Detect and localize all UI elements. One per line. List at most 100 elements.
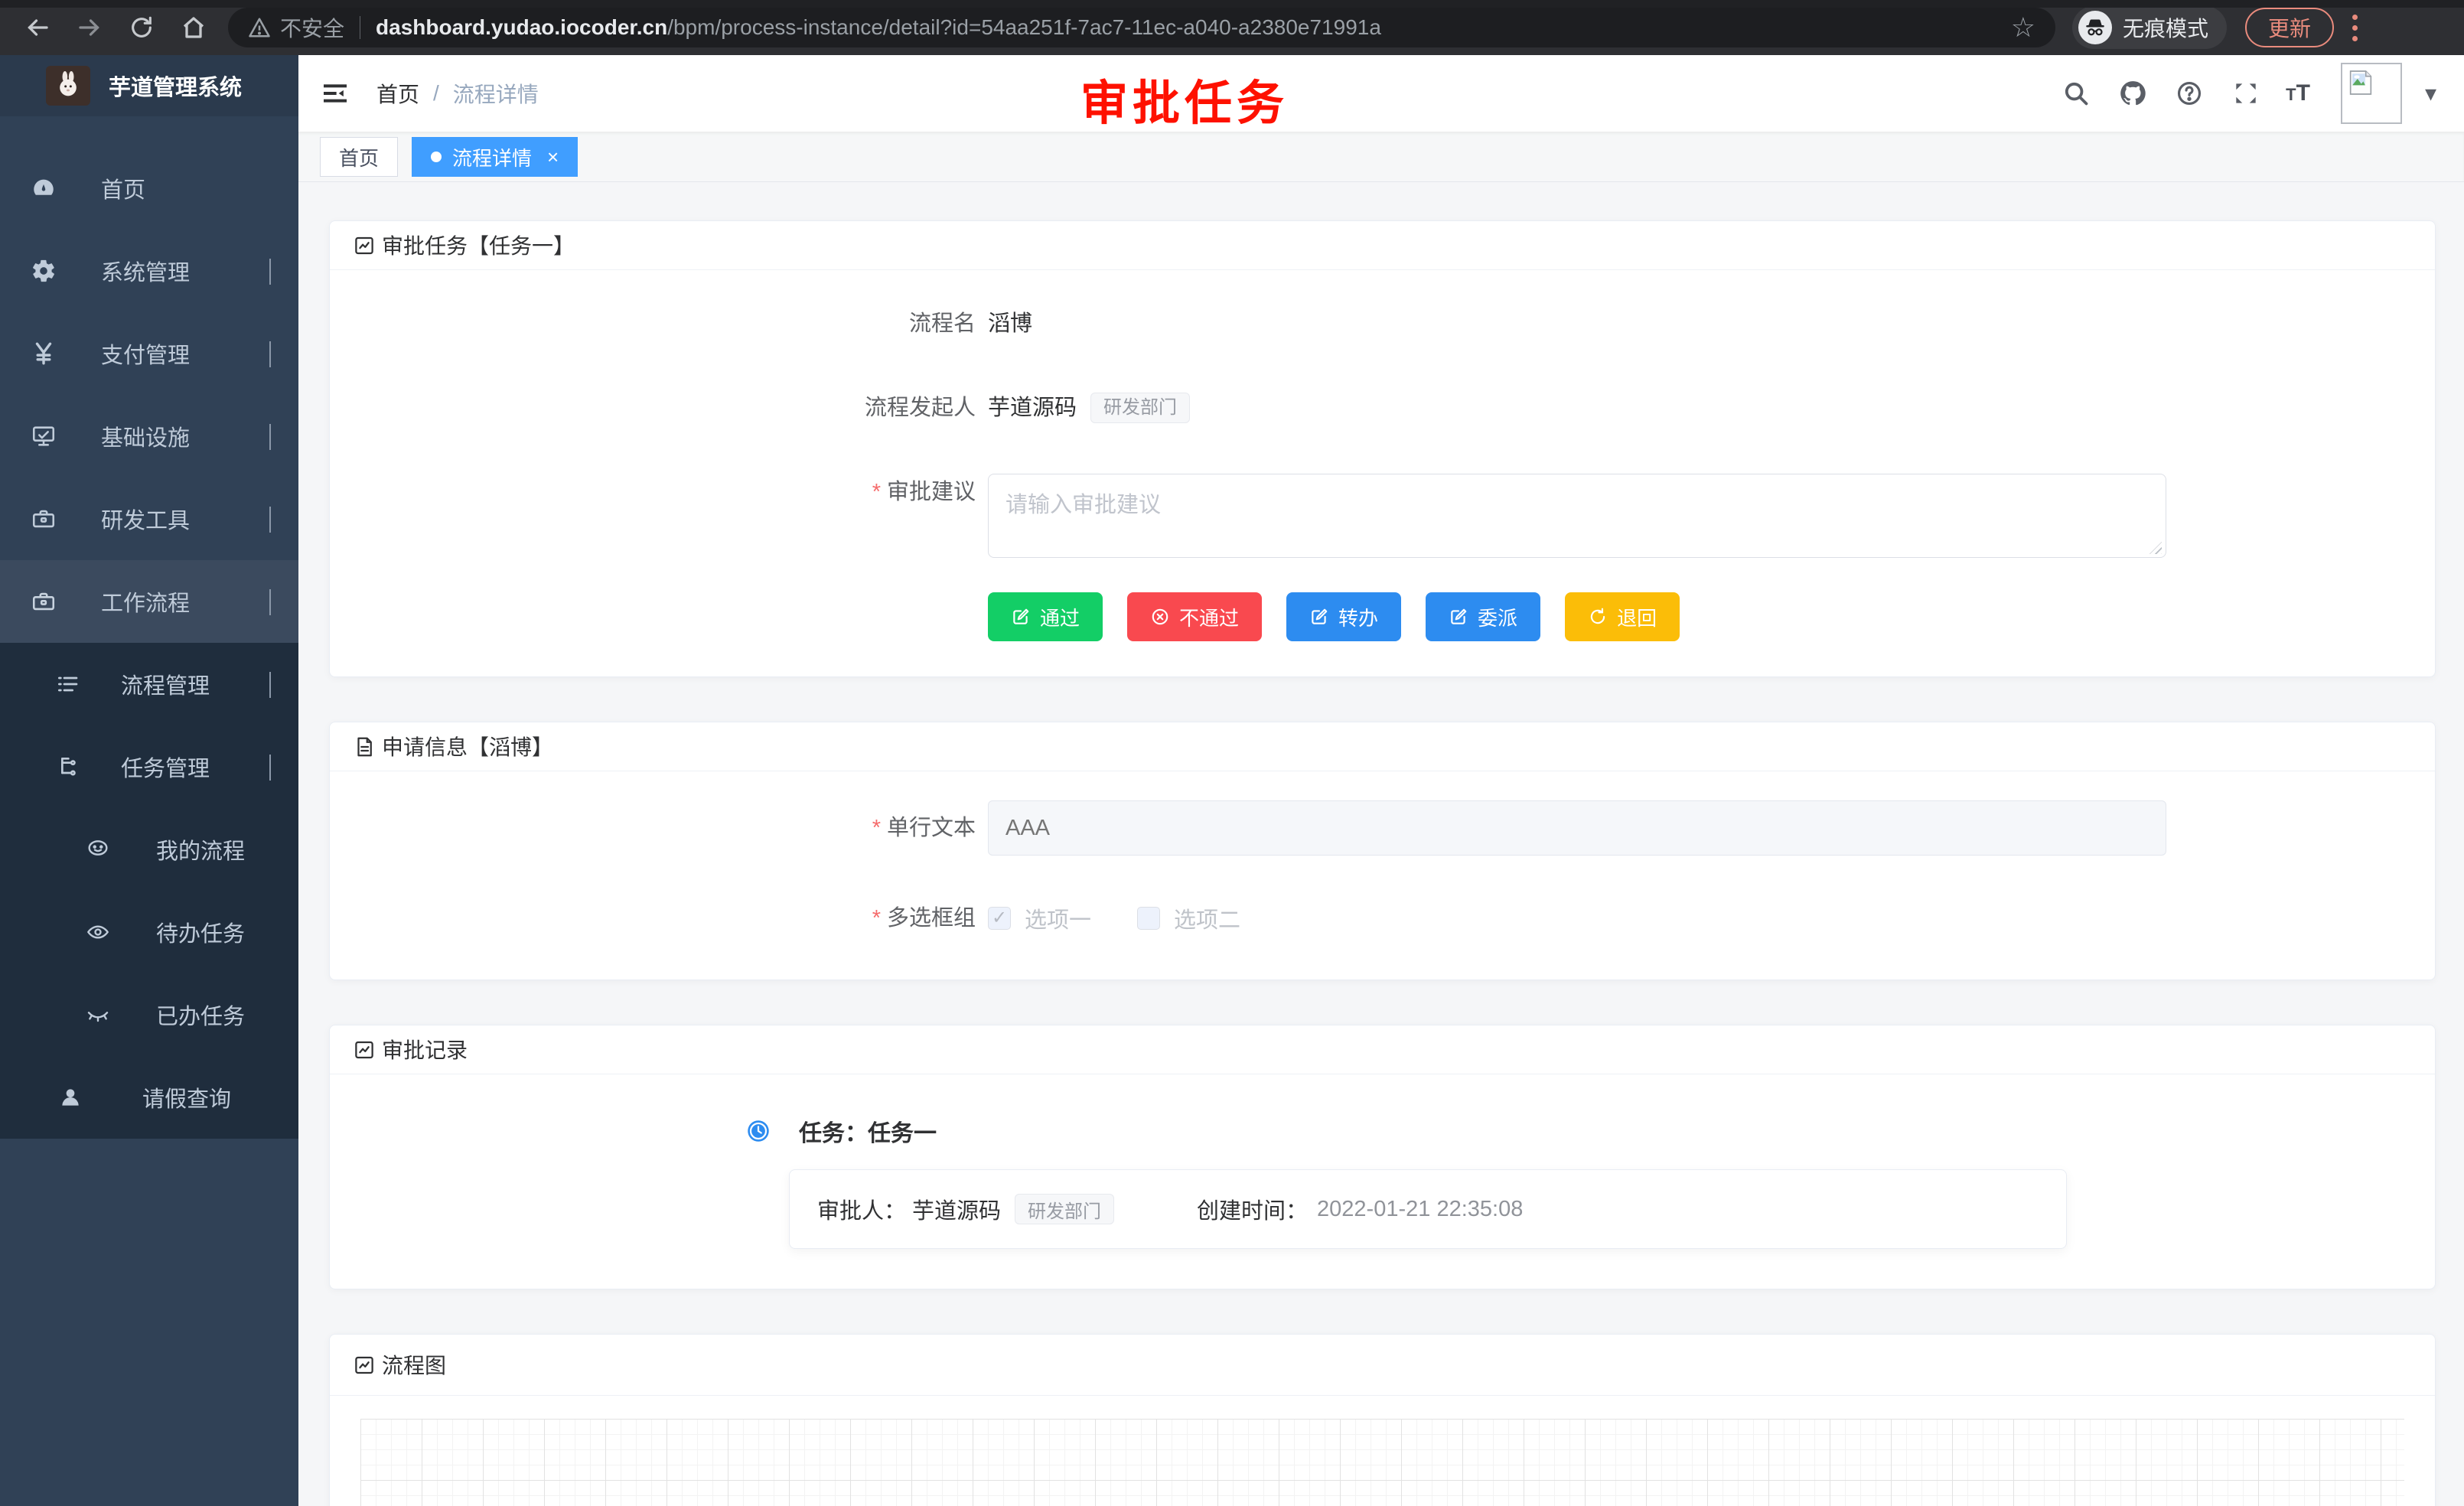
card-title: 申请信息【滔博】 [382, 731, 553, 761]
sidebar-item-label: 流程管理 [121, 668, 210, 700]
tab-label: 首页 [339, 143, 379, 171]
browser-toolbar: 不安全 dashboard.yudao.iocoder.cn/bpm/proce… [0, 0, 2464, 55]
font-size-icon[interactable]: TT [2286, 80, 2310, 106]
field-label: 流程发起人 [360, 390, 988, 426]
field-label: 流程名 [360, 305, 988, 342]
sidebar-item-process-mgmt[interactable]: 流程管理 [0, 643, 298, 725]
checkbox-option-1[interactable]: ✓ 选项一 [988, 902, 1091, 934]
button-label: 退回 [1617, 603, 1657, 631]
initiator-value: 芋道源码 [988, 390, 1077, 426]
active-dot [431, 152, 442, 162]
list-icon [55, 672, 95, 696]
return-button[interactable]: 退回 [1565, 592, 1680, 641]
panel-icon [353, 234, 376, 257]
sidebar-item-todo-tasks[interactable]: 待办任务 [0, 891, 298, 973]
page-content: 审批任务【任务一】 流程名 滔博 流程发起人 芋道源码 研发部门 [298, 182, 2464, 1506]
face-icon [86, 837, 125, 862]
field-label: 审批建议 [360, 474, 988, 510]
card-header: 流程图 [330, 1335, 2435, 1396]
warning-icon [248, 16, 271, 39]
button-label: 不通过 [1179, 603, 1239, 631]
edit-icon [1449, 607, 1468, 627]
incognito-icon [2078, 11, 2112, 44]
approve-button[interactable]: 通过 [988, 592, 1103, 641]
security-label: 不安全 [280, 12, 344, 43]
time-label: 创建时间： [1197, 1193, 1308, 1225]
search-icon[interactable] [2059, 77, 2093, 110]
sidebar-item-workflow[interactable]: 工作流程 [0, 560, 298, 643]
sidebar-item-label: 支付管理 [101, 337, 190, 370]
fullscreen-icon[interactable] [2229, 77, 2263, 110]
bpmn-canvas[interactable] [360, 1419, 2404, 1506]
sidebar-item-devtools[interactable]: 研发工具 [0, 478, 298, 560]
sidebar-item-home[interactable]: 首页 [0, 147, 298, 230]
process-name-row: 流程名 滔博 [360, 305, 2404, 342]
checkbox-unchecked-icon [1137, 907, 1160, 930]
reject-button[interactable]: 不通过 [1127, 592, 1262, 641]
tab-process-detail[interactable]: 流程详情 × [412, 137, 578, 177]
opinion-textarea[interactable] [988, 474, 2166, 558]
approval-task-card: 审批任务【任务一】 流程名 滔博 流程发起人 芋道源码 研发部门 [329, 220, 2436, 677]
chevron-down-icon [269, 259, 271, 284]
single-text-row: 单行文本 [360, 800, 2404, 856]
checkbox-group: ✓ 选项一 选项二 [988, 902, 1240, 934]
sidebar-item-label: 研发工具 [101, 503, 190, 535]
sidebar-item-label: 已办任务 [156, 999, 245, 1031]
flow-chart-card: 流程图 [329, 1334, 2436, 1506]
incognito-label: 无痕模式 [2123, 12, 2208, 43]
avatar[interactable] [2341, 63, 2402, 124]
card-title: 审批记录 [382, 1034, 468, 1064]
card-title: 流程图 [382, 1349, 446, 1380]
bookmark-star-icon[interactable]: ☆ [2011, 11, 2035, 44]
eye-icon [86, 920, 125, 944]
chevron-up-icon [269, 589, 271, 614]
broken-image-icon [2345, 67, 2376, 98]
app-logo [46, 66, 90, 106]
undo-icon [1588, 607, 1608, 627]
tab-home[interactable]: 首页 [320, 137, 398, 177]
sidebar-item-system[interactable]: 系统管理 [0, 230, 298, 312]
github-icon[interactable] [2116, 77, 2149, 110]
toolbox-icon [31, 506, 70, 532]
help-icon[interactable] [2172, 77, 2206, 110]
field-label: 单行文本 [360, 810, 988, 846]
close-tab-icon[interactable]: × [547, 145, 559, 169]
avatar-caret-icon[interactable]: ▾ [2425, 80, 2436, 107]
task-title: 任务：任务一 [799, 1114, 937, 1148]
sidebar-item-done-tasks[interactable]: 已办任务 [0, 973, 298, 1056]
single-text-input[interactable] [988, 800, 2166, 856]
apply-info-card: 申请信息【滔博】 单行文本 多选框组 ✓ 选项一 [329, 722, 2436, 980]
checkbox-group-row: 多选框组 ✓ 选项一 选项二 [360, 900, 2404, 937]
checkbox-option-2[interactable]: 选项二 [1137, 902, 1240, 934]
field-label: 多选框组 [360, 900, 988, 937]
transfer-button[interactable]: 转办 [1286, 592, 1401, 641]
browser-update-button[interactable]: 更新 [2245, 8, 2334, 47]
reload-icon[interactable] [127, 13, 156, 42]
sidebar-item-label: 工作流程 [101, 585, 190, 618]
approval-record-card: 审批记录 任务：任务一 审批人：芋道源码 研发部门 创建时间： 2022-01-… [329, 1025, 2436, 1289]
delegate-button[interactable]: 委派 [1426, 592, 1540, 641]
sidebar-item-my-process[interactable]: 我的流程 [0, 808, 298, 891]
sidebar-item-leave-query[interactable]: 请假查询 [0, 1056, 298, 1139]
sidebar-item-payment[interactable]: 支付管理 [0, 312, 298, 395]
back-icon[interactable] [23, 13, 52, 42]
page-header: 首页 / 流程详情 审批任务 TT [298, 55, 2464, 132]
url-bar[interactable]: 不安全 dashboard.yudao.iocoder.cn/bpm/proce… [228, 8, 2055, 47]
sidebar-item-task-mgmt[interactable]: 任务管理 [0, 725, 298, 808]
chevron-down-icon [269, 507, 271, 532]
user-icon [58, 1085, 98, 1110]
monitor-icon [31, 423, 70, 449]
app-logo-row[interactable]: 芋道管理系统 [0, 55, 298, 116]
chevron-up-icon [269, 755, 271, 780]
browser-menu-icon[interactable] [2352, 15, 2358, 41]
sidebar-item-label: 首页 [101, 172, 145, 204]
sidebar-item-infra[interactable]: 基础设施 [0, 395, 298, 478]
breadcrumb-home[interactable]: 首页 [376, 78, 419, 109]
breadcrumb-separator: / [433, 81, 439, 106]
fold-sidebar-icon[interactable] [318, 77, 352, 110]
url-path: /bpm/process-instance/detail?id=54aa251f… [667, 15, 1381, 40]
forward-icon[interactable] [75, 13, 104, 42]
annotation-title: 审批任务 [1080, 64, 1289, 133]
home-icon[interactable] [179, 13, 208, 42]
checkbox-label: 选项二 [1174, 902, 1240, 934]
